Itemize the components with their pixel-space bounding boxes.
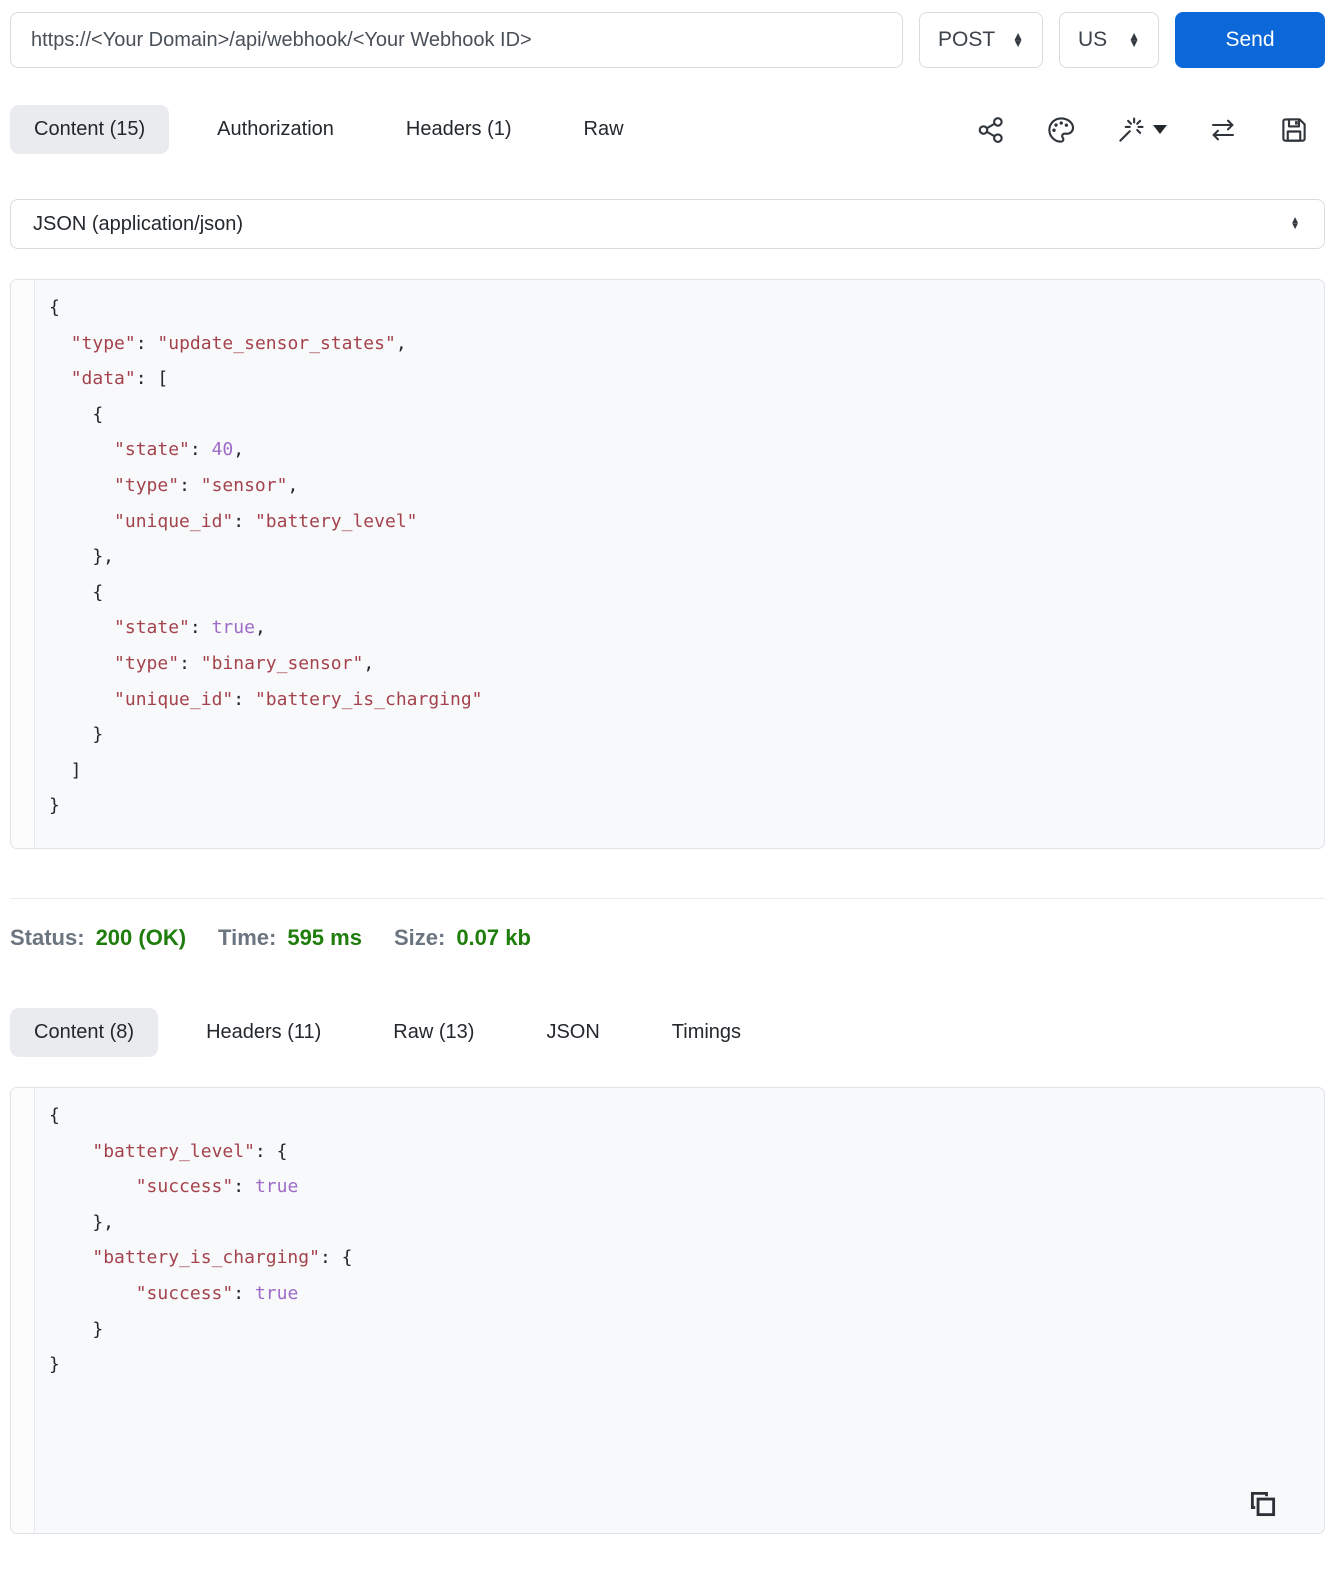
magic-wand-icon bbox=[1116, 115, 1146, 145]
copy-icon bbox=[1246, 1491, 1280, 1524]
request-tabs-row: Content (15) Authorization Headers (1) R… bbox=[10, 105, 1325, 154]
method-select-value: POST bbox=[938, 28, 996, 51]
save-icon bbox=[1279, 115, 1309, 145]
caret-down-icon bbox=[1153, 125, 1167, 134]
url-input[interactable] bbox=[10, 12, 903, 68]
status-value: 200 (OK) bbox=[95, 925, 187, 950]
palette-icon bbox=[1046, 115, 1076, 145]
time-label: Time: bbox=[218, 925, 277, 950]
response-tabs: Content (8) Headers (11) Raw (13) JSON T… bbox=[10, 1008, 1325, 1057]
time-value: 595 ms bbox=[287, 925, 362, 950]
request-toolbar bbox=[976, 115, 1325, 145]
tab-response-timings[interactable]: Timings bbox=[648, 1008, 765, 1057]
region-select[interactable]: US ▲ ▼ bbox=[1059, 12, 1159, 68]
updown-arrows-icon: ▲ ▼ bbox=[1128, 29, 1140, 50]
updown-arrows-icon: ▲ ▼ bbox=[1012, 29, 1024, 50]
save-button[interactable] bbox=[1279, 115, 1309, 145]
copy-response-button[interactable] bbox=[1246, 1487, 1280, 1521]
response-body-code: { "battery_level": { "success": true }, … bbox=[49, 1105, 353, 1376]
content-type-select[interactable]: JSON (application/json) ▲ ▼ bbox=[10, 199, 1325, 249]
request-body-code[interactable]: { "type": "update_sensor_states", "data"… bbox=[35, 280, 1324, 848]
response-status-bar: Status: 200 (OK) Time: 595 ms Size: 0.07… bbox=[10, 925, 1325, 951]
transfer-button[interactable] bbox=[1207, 115, 1239, 145]
generate-code-button[interactable] bbox=[1116, 115, 1167, 145]
size-value: 0.07 kb bbox=[456, 925, 531, 950]
status-label: Status: bbox=[10, 925, 85, 950]
request-tabs: Content (15) Authorization Headers (1) R… bbox=[10, 105, 648, 154]
tab-request-authorization[interactable]: Authorization bbox=[193, 105, 358, 154]
method-select[interactable]: POST ▲ ▼ bbox=[919, 12, 1043, 68]
section-divider bbox=[10, 898, 1325, 899]
theme-button[interactable] bbox=[1046, 115, 1076, 145]
send-button[interactable]: Send bbox=[1175, 12, 1325, 68]
share-button[interactable] bbox=[976, 115, 1006, 145]
tab-response-json[interactable]: JSON bbox=[522, 1008, 623, 1057]
response-body-viewer: { "battery_level": { "success": true }, … bbox=[10, 1087, 1325, 1534]
region-select-value: US bbox=[1078, 28, 1108, 51]
tab-request-raw[interactable]: Raw bbox=[560, 105, 648, 154]
tab-request-headers[interactable]: Headers (1) bbox=[382, 105, 536, 154]
size-pair: Size: 0.07 kb bbox=[394, 925, 531, 951]
share-icon bbox=[976, 115, 1006, 145]
updown-arrows-icon: ▲ ▼ bbox=[1290, 215, 1300, 232]
transfer-arrows-icon bbox=[1207, 115, 1239, 145]
request-body-editor[interactable]: { "type": "update_sensor_states", "data"… bbox=[10, 279, 1325, 849]
request-bar: POST ▲▼ US ▲▼ Send bbox=[10, 12, 1325, 68]
size-label: Size: bbox=[393, 925, 446, 950]
editor-gutter bbox=[11, 280, 35, 848]
viewer-gutter bbox=[11, 1088, 35, 1533]
time-pair: Time: 595 ms bbox=[218, 925, 362, 951]
tab-response-content[interactable]: Content (8) bbox=[10, 1008, 159, 1057]
tab-response-headers[interactable]: Headers (11) bbox=[182, 1008, 345, 1057]
tab-request-content[interactable]: Content (15) bbox=[10, 105, 170, 154]
tab-response-raw[interactable]: Raw (13) bbox=[369, 1008, 498, 1057]
content-type-value: JSON (application/json) bbox=[33, 212, 244, 235]
status-pair: Status: 200 (OK) bbox=[10, 925, 186, 951]
api-client-page: POST ▲▼ US ▲▼ Send Content (15) Authoriz… bbox=[0, 0, 1335, 1534]
